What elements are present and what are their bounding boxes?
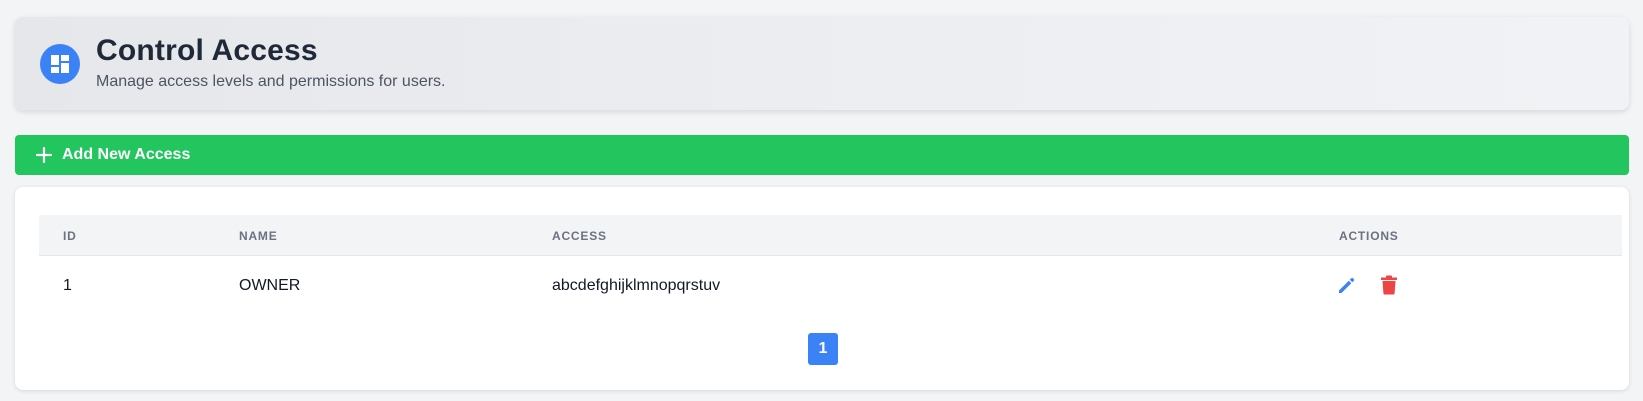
edit-button[interactable] [1335, 273, 1359, 297]
table-row: 1 OWNER abcdefghijklmnopqrstuv [39, 256, 1622, 316]
cell-name: OWNER [239, 277, 301, 294]
table-header: ID NAME ACCESS ACTIONS [39, 215, 1622, 256]
delete-button[interactable] [1377, 273, 1401, 297]
add-new-access-label: Add New Access [62, 146, 191, 163]
add-new-access-button[interactable]: Add New Access [15, 135, 1629, 175]
cell-access: abcdefghijklmnopqrstuv [552, 277, 721, 294]
page-title: Control Access [96, 34, 318, 67]
pagination-page-1[interactable]: 1 [808, 333, 838, 365]
page: Control Access Manage access levels and … [0, 0, 1643, 401]
plus-icon [35, 146, 53, 164]
access-table-card: ID NAME ACCESS ACTIONS 1 OWNER abcdefghi… [15, 187, 1629, 390]
column-header-id: ID [63, 229, 77, 243]
edit-icon [1339, 277, 1355, 293]
column-header-name: NAME [239, 229, 278, 243]
page-subtitle: Manage access levels and permissions for… [96, 73, 446, 90]
column-header-access: ACCESS [552, 229, 607, 243]
cell-id: 1 [63, 277, 72, 294]
page-header: Control Access Manage access levels and … [15, 17, 1629, 110]
column-header-actions: ACTIONS [1339, 229, 1399, 243]
delete-icon [1381, 275, 1397, 295]
dashboard-icon [40, 44, 80, 84]
